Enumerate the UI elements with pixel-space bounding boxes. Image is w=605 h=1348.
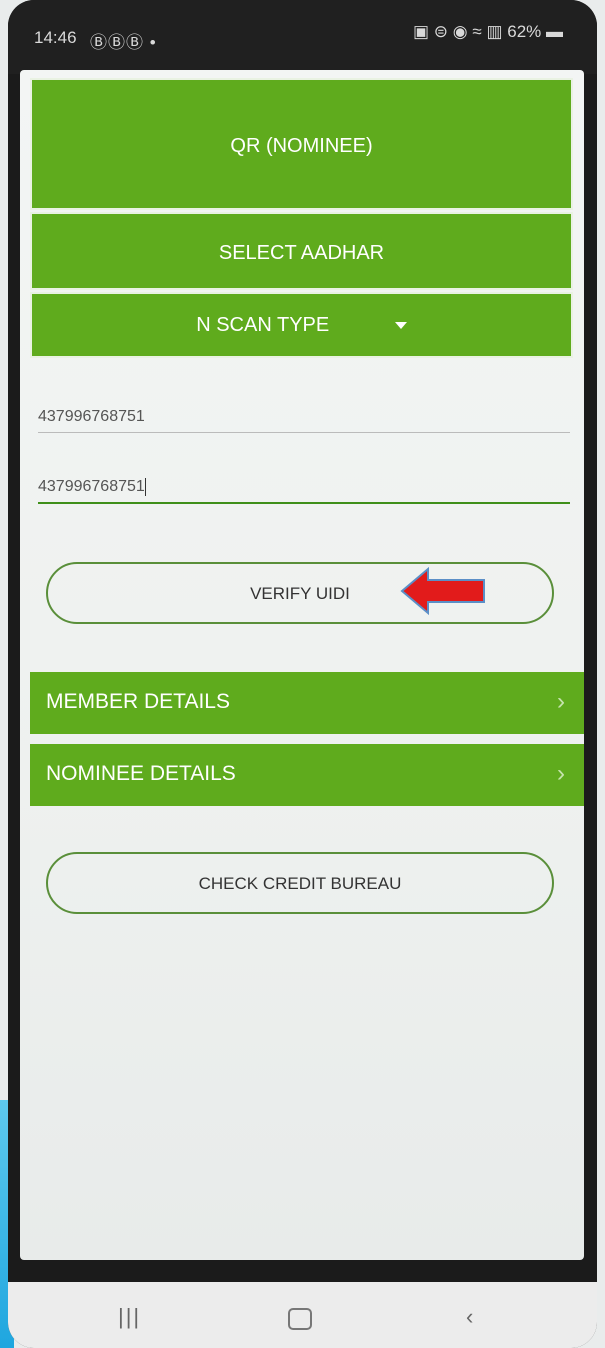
signal-icon: ▥: [486, 22, 503, 41]
member-details-label: MEMBER DETAILS: [46, 690, 230, 713]
battery-icon: ▬: [546, 22, 563, 41]
aadhar-number-field[interactable]: 437996768751: [38, 408, 570, 433]
recent-apps-icon[interactable]: |||: [118, 1304, 141, 1330]
navigation-bar: ||| ‹: [8, 1282, 597, 1348]
status-time: 14:46: [34, 28, 77, 47]
app-screen: QR (NOMINEE) SELECT AADHAR N SCAN TYPE 4…: [20, 70, 584, 1260]
scan-type-dropdown[interactable]: N SCAN TYPE: [30, 292, 573, 358]
check-credit-bureau-button[interactable]: CHECK CREDIT BUREAU: [46, 852, 554, 914]
select-aadhar-button[interactable]: SELECT AADHAR: [30, 212, 573, 290]
scan-type-label: N SCAN TYPE: [196, 314, 330, 336]
status-icons: ▣ ⊜ ◉ ≈ ▥ 62% ▬: [413, 22, 563, 42]
confirm-aadhar-number-value: 437996768751: [38, 478, 145, 496]
mute-icon: ⊜: [433, 22, 449, 41]
confirm-aadhar-number-field[interactable]: 437996768751: [38, 478, 570, 505]
location-icon: ◉: [452, 22, 468, 41]
member-details-section[interactable]: MEMBER DETAILS ›: [30, 672, 584, 734]
wifi-icon: ≈: [472, 22, 482, 41]
red-arrow-icon: [400, 566, 485, 616]
back-icon[interactable]: ‹: [466, 1304, 473, 1330]
home-icon[interactable]: [288, 1308, 312, 1330]
nominee-details-section[interactable]: NOMINEE DETAILS ›: [30, 744, 584, 806]
lock-icon: ▣: [413, 22, 430, 41]
caret-down-icon: [394, 322, 407, 330]
qr-nominee-button[interactable]: QR (NOMINEE): [30, 78, 573, 210]
battery-level: 62%: [507, 22, 542, 41]
notification-icons: ⒷⒷⒷ •: [90, 33, 157, 52]
status-bar: 14:46 ⒷⒷⒷ • ▣ ⊜ ◉ ≈ ▥ 62% ▬: [8, 0, 597, 74]
chevron-right-icon: ›: [557, 688, 565, 715]
text-cursor: [144, 478, 146, 496]
aadhar-number-value: 437996768751: [38, 408, 145, 425]
nominee-details-label: NOMINEE DETAILS: [46, 762, 236, 785]
chevron-right-icon: ›: [557, 760, 565, 787]
phone-frame: 14:46 ⒷⒷⒷ • ▣ ⊜ ◉ ≈ ▥ 62% ▬ QR (NOMINEE)…: [8, 0, 597, 1348]
